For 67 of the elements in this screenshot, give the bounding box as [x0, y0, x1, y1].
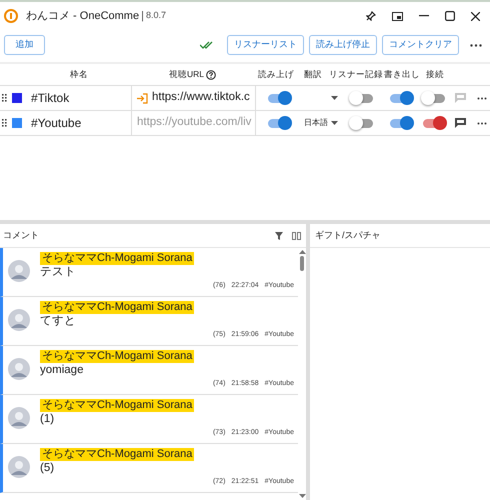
- window-title: わんコメ - OneComme: [26, 8, 140, 24]
- toolbar-button[interactable]: リスナーリスト: [227, 35, 304, 55]
- commenter-name: そらなママCh-Mogami Sorana: [40, 301, 194, 314]
- drag-handle-icon[interactable]: [2, 119, 7, 127]
- language-select[interactable]: 日本語: [304, 117, 328, 129]
- column-header: 翻訳: [304, 68, 322, 81]
- toolbar-button[interactable]: コメントクリア: [382, 35, 459, 55]
- pin-icon[interactable]: [366, 11, 376, 21]
- toggle-switch[interactable]: [421, 116, 447, 130]
- column-header: リスナー記録: [329, 68, 383, 81]
- commenter-name: そらなママCh-Mogami Sorana: [40, 350, 194, 363]
- column-header: 接続: [426, 68, 444, 81]
- add-button[interactable]: 追加: [4, 35, 45, 55]
- comment-text: (5): [40, 461, 56, 476]
- version-text: 8.0.7: [146, 9, 166, 22]
- panel-title: ギフト/スパチャ: [315, 228, 381, 242]
- picture-in-picture-icon[interactable]: [392, 12, 403, 20]
- commenter-name: そらなママCh-Mogami Sorana: [40, 399, 194, 412]
- drag-handle-icon[interactable]: [2, 94, 7, 102]
- avatar-icon: [8, 260, 30, 282]
- column-header: 枠名: [70, 68, 88, 81]
- avatar-icon: [8, 407, 30, 429]
- toggle-switch[interactable]: [421, 91, 447, 105]
- close-icon[interactable]: [471, 12, 480, 20]
- scrollbar[interactable]: [298, 248, 306, 500]
- dropdown-caret-icon[interactable]: [331, 96, 338, 100]
- avatar-icon: [8, 456, 30, 478]
- double-check-icon: [200, 41, 214, 49]
- comment-text: テスト: [40, 265, 77, 280]
- toggle-switch[interactable]: [266, 91, 292, 105]
- toggle-switch[interactable]: [349, 116, 375, 130]
- more-icon[interactable]: [477, 96, 487, 100]
- maximize-icon[interactable]: [445, 11, 455, 21]
- comment-text: (1): [40, 412, 56, 427]
- title-separator: |: [141, 8, 144, 24]
- dropdown-caret-icon[interactable]: [331, 121, 338, 125]
- filter-icon[interactable]: [275, 232, 283, 240]
- column-header: 読み上げ: [258, 68, 294, 81]
- minimize-icon[interactable]: [419, 15, 429, 17]
- scroll-down-icon[interactable]: [298, 494, 306, 498]
- toolbar-button[interactable]: 読み上げ停止: [309, 35, 377, 55]
- toggle-switch[interactable]: [349, 91, 375, 105]
- comment-text: てすと: [40, 314, 77, 329]
- frame-name[interactable]: #Youtube: [31, 114, 131, 132]
- comment-text: yomiage: [40, 363, 84, 378]
- columns-icon[interactable]: [292, 232, 301, 240]
- url-field[interactable]: https://www.tiktok.c: [152, 89, 250, 107]
- more-icon[interactable]: [470, 44, 482, 46]
- toggle-switch[interactable]: [388, 91, 414, 105]
- app-logo-icon: [4, 9, 18, 23]
- commenter-name: そらなママCh-Mogami Sorana: [40, 252, 194, 265]
- column-header: 視聴URL: [168, 68, 204, 81]
- comment-icon[interactable]: [454, 118, 466, 128]
- panel-title: コメント: [3, 228, 39, 242]
- scroll-up-icon[interactable]: [298, 250, 306, 254]
- toggle-switch[interactable]: [266, 116, 292, 130]
- more-icon[interactable]: [477, 122, 487, 124]
- color-swatch[interactable]: [12, 93, 22, 103]
- commenter-name: そらなママCh-Mogami Sorana: [40, 448, 194, 461]
- avatar-icon: [8, 358, 30, 380]
- help-icon[interactable]: [206, 70, 216, 80]
- color-swatch[interactable]: [12, 118, 22, 128]
- toggle-switch[interactable]: [388, 116, 414, 130]
- column-header: 書き出し: [384, 68, 420, 81]
- avatar-icon: [8, 309, 30, 331]
- url-field[interactable]: https://youtube.com/liv: [137, 114, 252, 132]
- frame-name[interactable]: #Tiktok: [31, 89, 131, 107]
